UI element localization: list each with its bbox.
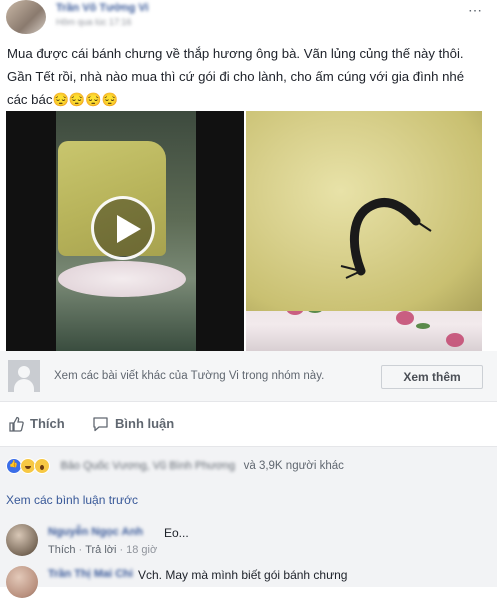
play-icon[interactable] — [91, 196, 155, 260]
comment-time[interactable]: 18 giờ — [126, 544, 157, 556]
post-media — [6, 111, 482, 351]
like-label: Thích — [30, 416, 65, 431]
view-previous-comments-link[interactable]: Xem các bình luận trước — [6, 493, 138, 507]
reactor-count: và 3,9K người khác — [243, 459, 344, 472]
comment-item: Nguyễn Ngọc Anh Eo... Thích · Trả lời · 18 g… — [6, 524, 486, 564]
like-button[interactable]: Thích — [8, 416, 65, 432]
author-name[interactable]: Trần Võ Tường Vi — [56, 2, 149, 14]
commenter-name[interactable]: Trần Thị Mai Chi — [48, 568, 133, 580]
commenter-name[interactable]: Nguyễn Ngọc Anh — [48, 526, 143, 538]
post-header: Trần Võ Tường Vi Hôm qua lúc 17:16 ⋯ — [0, 0, 497, 38]
comments-section: Bảo Quốc Vương, Vũ Bình Phương và 3,9K n… — [0, 447, 497, 598]
comment-reply-link[interactable]: Trả lời — [85, 544, 116, 556]
post-actions: Thích Bình luận — [0, 402, 497, 447]
group-promo-text[interactable]: Xem các bài viết khác của Tường Vi trong… — [54, 370, 324, 382]
reaction-summary[interactable]: Bảo Quốc Vương, Vũ Bình Phương và 3,9K n… — [6, 457, 344, 475]
video-thumbnail[interactable] — [6, 111, 244, 351]
like-icon — [9, 416, 24, 432]
post-caption: Mua được cái bánh chưng về thắp hương ôn… — [7, 46, 465, 107]
insect-in-cake — [340, 198, 432, 279]
reactor-names: Bảo Quốc Vương, Vũ Bình Phương — [60, 459, 236, 472]
plate-leaf — [416, 323, 430, 329]
comment-like-link[interactable]: Thích — [48, 544, 76, 556]
photo-thumbnail[interactable] — [246, 111, 482, 351]
comment-item: Trần Thị Mai Chi Vch. May mà mình biết g… — [6, 566, 486, 598]
post-timestamp[interactable]: Hôm qua lúc 17:16 — [56, 17, 132, 27]
author-avatar[interactable] — [6, 0, 46, 34]
plate-flower — [396, 311, 414, 325]
group-promo-row: Xem các bài viết khác của Tường Vi trong… — [0, 351, 497, 402]
group-avatar-icon[interactable] — [8, 360, 40, 392]
see-more-button[interactable]: Xem thêm — [381, 365, 483, 389]
more-icon[interactable]: ⋯ — [468, 2, 483, 19]
plate-flower — [446, 333, 464, 347]
commenter-avatar[interactable] — [6, 524, 38, 556]
comment-button[interactable]: Bình luận — [92, 416, 174, 432]
comment-text: Vch. May mà mình biết gói bánh chưng — [138, 568, 348, 582]
comment-text: Eo... — [164, 526, 189, 540]
comment-meta: Thích · Trả lời · 18 giờ — [48, 544, 158, 556]
comment-label: Bình luận — [115, 416, 175, 431]
commenter-avatar[interactable] — [6, 566, 38, 598]
wow-reaction-icon — [34, 457, 50, 474]
comment-icon — [93, 417, 108, 432]
video-plate — [58, 261, 186, 297]
